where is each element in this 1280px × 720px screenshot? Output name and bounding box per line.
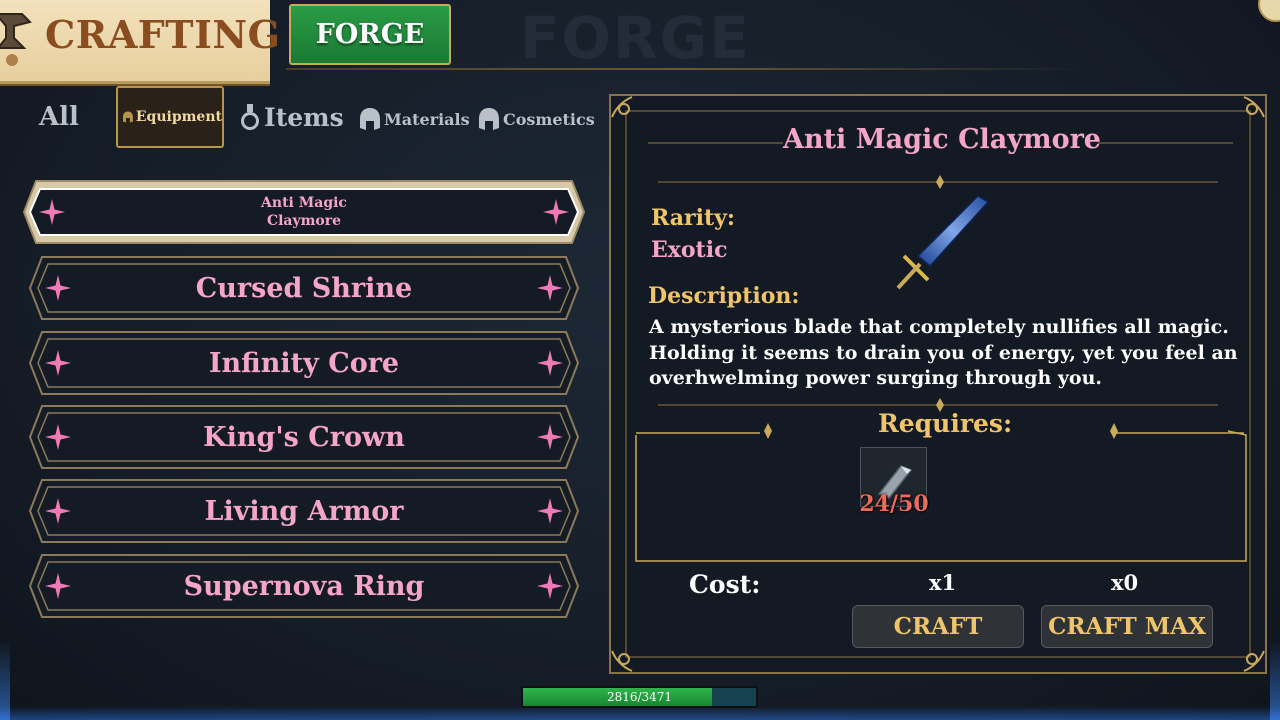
left-edge-glow xyxy=(0,640,10,720)
tab-cosmetics-label: Cosmetics xyxy=(503,109,595,129)
craft-button[interactable]: CRAFT xyxy=(852,605,1024,648)
helmet-icon xyxy=(479,108,499,130)
helmet-icon xyxy=(122,111,133,123)
tab-all[interactable]: All xyxy=(39,102,79,132)
claymore-sword-icon xyxy=(896,195,990,290)
recipe-label: Infinity Core xyxy=(208,347,400,379)
rarity-value: Exotic xyxy=(651,237,728,263)
cost-label: Cost: xyxy=(689,570,761,599)
recipe-item-infinity-core[interactable]: Infinity Core xyxy=(28,330,580,396)
potion-icon xyxy=(241,104,259,130)
recipe-item-supernova-ring[interactable]: Supernova Ring xyxy=(28,553,580,619)
description-text: A mysterious blade that completely nulli… xyxy=(649,316,1238,389)
tab-equipment[interactable]: Equipment xyxy=(116,86,224,148)
description-label: Description: xyxy=(648,283,800,309)
header-divider xyxy=(286,68,1086,70)
recipe-item-living-armor[interactable]: Living Armor xyxy=(28,478,580,544)
craft-max-button[interactable]: CRAFT MAX xyxy=(1041,605,1213,648)
recipe-label: Cursed Shrine xyxy=(195,272,413,304)
craft-quantity: x1 xyxy=(929,570,957,595)
crafting-banner: CRAFTING xyxy=(0,0,280,84)
anvil-emblem-icon xyxy=(0,13,32,66)
requires-label: Requires: xyxy=(878,409,1013,438)
tab-equipment-label: Equipment xyxy=(135,109,222,125)
helmet-icon xyxy=(360,108,380,130)
recipe-item-kings-crown[interactable]: King's Crown xyxy=(28,404,580,470)
tab-materials[interactable]: Materials xyxy=(358,106,470,132)
tab-items-label: Items xyxy=(264,102,344,132)
recipe-item-anti-magic-claymore[interactable]: Anti Magic Claymore xyxy=(22,179,586,245)
recipe-label: Living Armor xyxy=(204,495,404,527)
tab-cosmetics[interactable]: Cosmetics xyxy=(477,106,595,132)
bottom-glow xyxy=(0,706,1280,720)
xp-bar: 2816/3471 xyxy=(521,686,758,708)
xp-text: 2816/3471 xyxy=(606,690,673,704)
tab-forge[interactable]: FORGE xyxy=(289,4,451,65)
craft-max-quantity: x0 xyxy=(1111,570,1139,595)
page-title: CRAFTING xyxy=(45,12,281,57)
forge-watermark: FORGE xyxy=(520,4,751,72)
recipe-label: Anti Magic Claymore xyxy=(261,195,347,229)
tab-items[interactable]: Items xyxy=(238,102,344,132)
recipe-label: King's Crown xyxy=(203,421,405,453)
detail-title: Anti Magic Claymore xyxy=(783,124,1101,155)
requirement-count: 24/50 xyxy=(859,491,929,517)
right-edge-glow xyxy=(1270,640,1280,720)
recipe-item-cursed-shrine[interactable]: Cursed Shrine xyxy=(28,255,580,321)
rarity-label: Rarity: xyxy=(651,205,736,231)
recipe-label: Supernova Ring xyxy=(183,570,425,602)
tab-materials-label: Materials xyxy=(384,109,470,129)
